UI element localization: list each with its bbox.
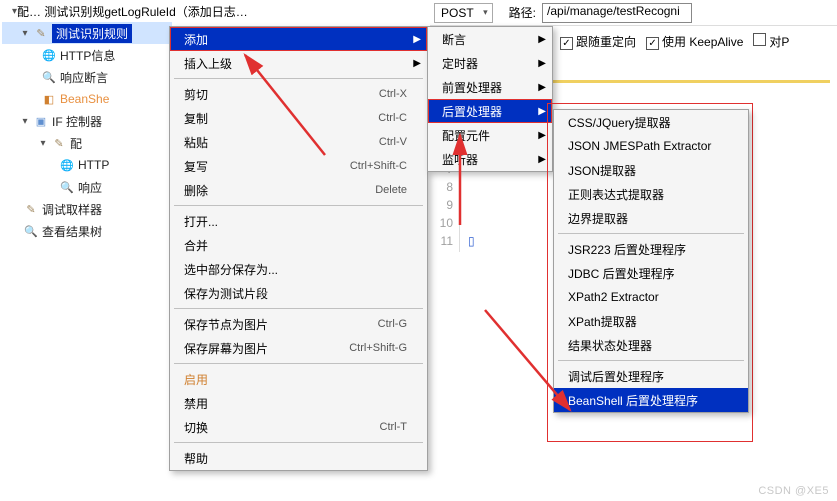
tree-item-assert[interactable]: 🔍响应断言 xyxy=(2,66,172,88)
submenu-pre[interactable]: 前置处理器▶ xyxy=(428,75,552,99)
pencil-icon: ✎ xyxy=(33,25,49,41)
if-icon: ▣ xyxy=(33,113,49,129)
magnify-icon: 🔍 xyxy=(23,223,39,239)
menu-save-screen[interactable]: 保存屏幕为图片Ctrl+Shift-G xyxy=(170,336,427,360)
menu-insert[interactable]: 插入上级▶ xyxy=(170,51,427,75)
menu-delete[interactable]: 删除Delete xyxy=(170,178,427,202)
bean-icon: ◧ xyxy=(41,91,57,107)
tree-item-resp[interactable]: 🔍响应 xyxy=(2,176,172,198)
menu-paste[interactable]: 粘贴Ctrl-V xyxy=(170,130,427,154)
globe-icon: 🌐 xyxy=(59,157,75,173)
tree-item-results[interactable]: 🔍查看结果树 xyxy=(2,220,172,242)
menu-enable[interactable]: 启用 xyxy=(170,367,427,391)
toolbar: POST 路径: /api/manage/testRecogni xyxy=(430,0,837,26)
opt-redirect[interactable]: ✓跟随重定向 xyxy=(560,33,636,50)
menu-cut[interactable]: 剪切Ctrl-X xyxy=(170,82,427,106)
tree-item-bean[interactable]: ◧BeanShe xyxy=(2,88,172,110)
magnify-icon: 🔍 xyxy=(59,179,75,195)
pp-css[interactable]: CSS/JQuery提取器 xyxy=(554,110,748,134)
pp-status[interactable]: 结果状态处理器 xyxy=(554,333,748,357)
menu-open[interactable]: 打开... xyxy=(170,209,427,233)
submenu-assert[interactable]: 断言▶ xyxy=(428,27,552,51)
tree-root-partial[interactable]: ▾配… 测试识别规getLogRuleId（添加日志… xyxy=(2,0,172,22)
pp-xpath2[interactable]: XPath2 Extractor xyxy=(554,285,748,309)
pp-jdbc[interactable]: JDBC 后置处理程序 xyxy=(554,261,748,285)
method-dropdown[interactable]: POST xyxy=(434,3,493,23)
pp-debug[interactable]: 调试后置处理程序 xyxy=(554,364,748,388)
menu-toggle[interactable]: 切换Ctrl-T xyxy=(170,415,427,439)
submenu-post[interactable]: 后置处理器▶ xyxy=(428,99,552,123)
menu-duplicate[interactable]: 复写Ctrl+Shift-C xyxy=(170,154,427,178)
opt-multipart[interactable]: 对P xyxy=(753,33,789,50)
options-row: ✓跟随重定向 ✓使用 KeepAlive 对P xyxy=(560,30,833,52)
route-input[interactable]: /api/manage/testRecogni xyxy=(542,3,692,23)
watermark: CSDN @XE5 xyxy=(758,485,829,497)
menu-separator xyxy=(174,205,423,206)
menu-save-frag[interactable]: 保存为测试片段 xyxy=(170,281,427,305)
submenu-postprocessor: CSS/JQuery提取器 JSON JMESPath Extractor JS… xyxy=(553,109,749,413)
tree-item-if[interactable]: ▾▣IF 控制器 xyxy=(2,110,172,132)
checkbox-icon xyxy=(753,33,766,46)
globe-icon: 🌐 xyxy=(41,47,57,63)
tree-item-cfg[interactable]: ▾✎配 xyxy=(2,132,172,154)
tree-item-selected[interactable]: ▾✎测试识别规则 xyxy=(2,22,172,44)
menu-add[interactable]: 添加▶ xyxy=(170,27,427,51)
menu-separator xyxy=(558,233,744,234)
pp-beanshell[interactable]: BeanShell 后置处理程序 xyxy=(554,388,748,412)
magnify-icon: 🔍 xyxy=(41,69,57,85)
tree-item-http2[interactable]: 🌐HTTP xyxy=(2,154,172,176)
pp-jsr[interactable]: JSR223 后置处理程序 xyxy=(554,237,748,261)
pp-xpath[interactable]: XPath提取器 xyxy=(554,309,748,333)
checkbox-icon: ✓ xyxy=(646,37,659,50)
pp-json[interactable]: JSON提取器 xyxy=(554,158,748,182)
chevron-right-icon: ▶ xyxy=(413,34,421,45)
pencil-icon: ✎ xyxy=(51,135,67,151)
tree-item-debug[interactable]: ✎调试取样器 xyxy=(2,198,172,220)
menu-separator xyxy=(174,442,423,443)
submenu-listener[interactable]: 监听器▶ xyxy=(428,147,552,171)
tree-panel: ▾配… 测试识别规getLogRuleId（添加日志… ▾✎测试识别规则 🌐HT… xyxy=(2,0,172,242)
tree-item-http[interactable]: 🌐HTTP信息 xyxy=(2,44,172,66)
pp-jmes[interactable]: JSON JMESPath Extractor xyxy=(554,134,748,158)
menu-separator xyxy=(174,78,423,79)
menu-separator xyxy=(558,360,744,361)
menu-merge[interactable]: 合并 xyxy=(170,233,427,257)
submenu-config[interactable]: 配置元件▶ xyxy=(428,123,552,147)
submenu-timer[interactable]: 定时器▶ xyxy=(428,51,552,75)
menu-save-sel[interactable]: 选中部分保存为... xyxy=(170,257,427,281)
pp-boundary[interactable]: 边界提取器 xyxy=(554,206,748,230)
route-label: 路径: xyxy=(509,4,536,21)
pencil-icon: ✎ xyxy=(23,201,39,217)
menu-copy[interactable]: 复制Ctrl-C xyxy=(170,106,427,130)
context-menu: 添加▶ 插入上级▶ 剪切Ctrl-X 复制Ctrl-C 粘贴Ctrl-V 复写C… xyxy=(169,26,428,471)
pp-regex[interactable]: 正则表达式提取器 xyxy=(554,182,748,206)
menu-separator xyxy=(174,308,423,309)
checkbox-icon: ✓ xyxy=(560,37,573,50)
chevron-right-icon: ▶ xyxy=(413,58,421,69)
menu-disable[interactable]: 禁用 xyxy=(170,391,427,415)
menu-help[interactable]: 帮助 xyxy=(170,446,427,470)
opt-keepalive[interactable]: ✓使用 KeepAlive xyxy=(646,33,743,50)
menu-save-node[interactable]: 保存节点为图片Ctrl-G xyxy=(170,312,427,336)
menu-separator xyxy=(174,363,423,364)
submenu-add: 断言▶ 定时器▶ 前置处理器▶ 后置处理器▶ 配置元件▶ 监听器▶ xyxy=(427,26,553,172)
